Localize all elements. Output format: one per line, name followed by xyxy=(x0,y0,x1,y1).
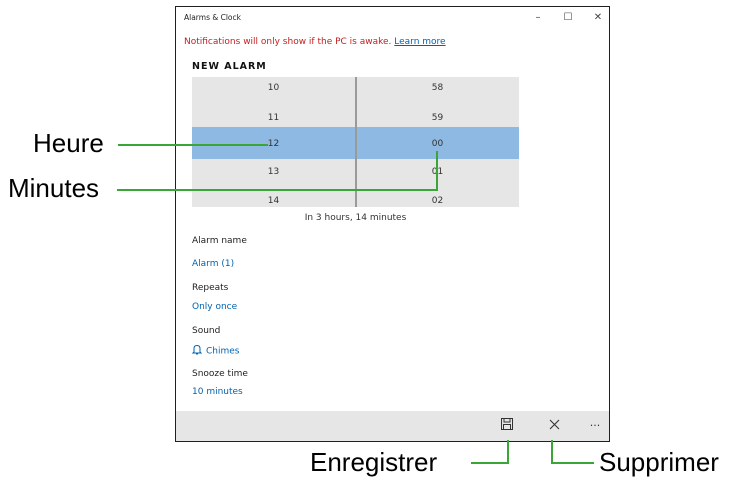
callout-minutes: Minutes xyxy=(8,173,100,203)
callout-delete: Supprimer xyxy=(599,447,719,477)
sound-label: Sound xyxy=(192,326,221,336)
hour-option[interactable]: 13 xyxy=(192,167,355,177)
callout-save-leader-h xyxy=(471,462,509,464)
snooze-label: Snooze time xyxy=(192,369,248,379)
close-icon xyxy=(549,418,560,434)
callout-minutes-leader-h xyxy=(117,189,438,191)
window-title: Alarms & Clock xyxy=(184,13,241,22)
sound-selector[interactable]: Chimes xyxy=(191,344,240,358)
repeats-selector[interactable]: Only once xyxy=(192,302,237,312)
minute-option[interactable]: 58 xyxy=(356,83,519,93)
alarms-clock-window: Alarms & Clock – ☐ ✕ Notifications will … xyxy=(175,6,610,442)
callout-save-leader-v xyxy=(507,440,509,464)
minute-option[interactable]: 59 xyxy=(356,113,519,123)
delete-button[interactable] xyxy=(543,416,565,436)
callout-hour-leader xyxy=(118,144,268,146)
bell-icon xyxy=(191,344,203,358)
callout-delete-leader-v xyxy=(551,440,553,464)
minimize-button[interactable]: – xyxy=(529,10,547,26)
time-picker[interactable]: 10 11 12 13 14 58 59 00 01 02 xyxy=(192,77,519,207)
more-options-button[interactable]: ··· xyxy=(584,416,606,436)
maximize-button[interactable]: ☐ xyxy=(559,10,577,26)
minute-option-selected[interactable]: 00 xyxy=(356,139,519,149)
callout-save: Enregistrer xyxy=(310,447,438,477)
hour-option[interactable]: 14 xyxy=(192,196,355,206)
page-title: NEW ALARM xyxy=(192,61,267,72)
snooze-selector[interactable]: 10 minutes xyxy=(192,387,243,397)
save-button[interactable] xyxy=(496,416,518,436)
hour-option[interactable]: 10 xyxy=(192,83,355,93)
repeats-label: Repeats xyxy=(192,283,229,293)
callout-hour: Heure xyxy=(33,128,104,158)
hour-option[interactable]: 11 xyxy=(192,113,355,123)
learn-more-link[interactable]: Learn more xyxy=(394,37,445,47)
time-until-alarm: In 3 hours, 14 minutes xyxy=(304,213,407,223)
notification-banner: Notifications will only show if the PC i… xyxy=(184,37,446,47)
title-bar: Alarms & Clock – ☐ ✕ xyxy=(176,7,609,29)
callout-minutes-leader-v xyxy=(436,151,438,191)
notification-text: Notifications will only show if the PC i… xyxy=(184,37,395,47)
callout-delete-leader-h xyxy=(551,462,594,464)
save-icon xyxy=(501,418,513,434)
alarm-name-label: Alarm name xyxy=(192,236,247,246)
alarm-name-field[interactable]: Alarm (1) xyxy=(192,259,234,269)
close-window-button[interactable]: ✕ xyxy=(589,10,607,26)
sound-value: Chimes xyxy=(206,346,240,357)
minute-option[interactable]: 02 xyxy=(356,196,519,206)
command-bar: ··· xyxy=(176,411,609,441)
